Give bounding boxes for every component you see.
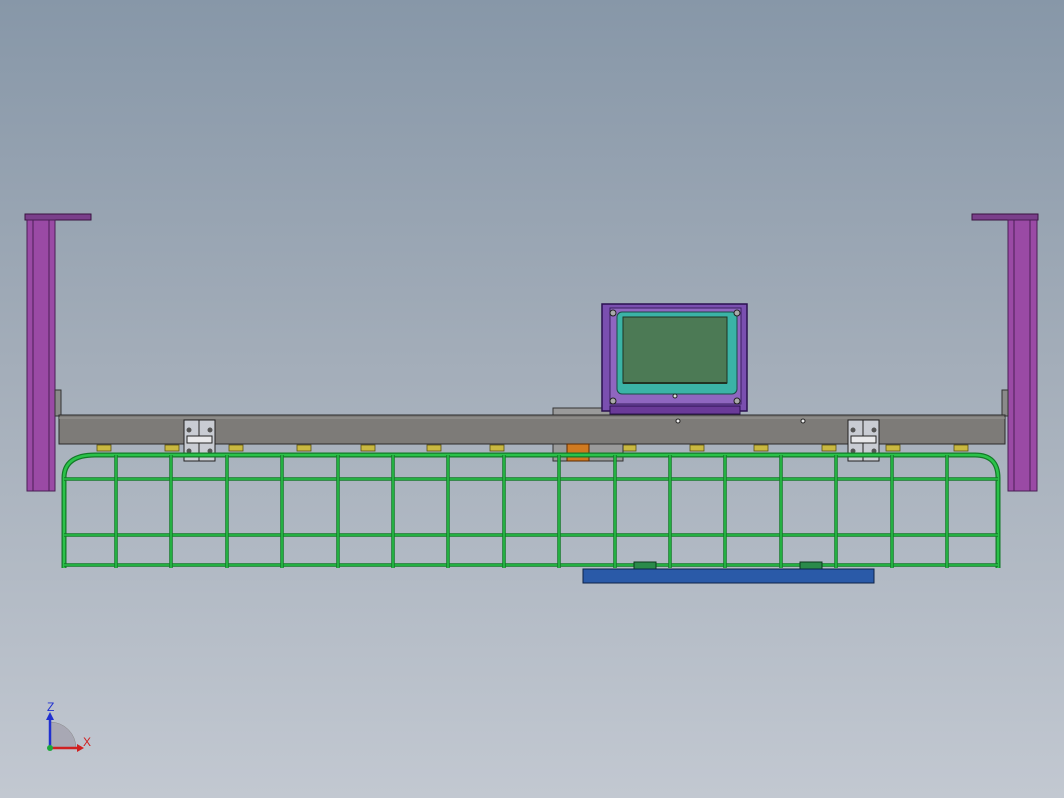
guard-bracket: [621, 444, 637, 452]
guard-brackets: [96, 444, 969, 452]
left-post[interactable]: [24, 213, 92, 492]
z-axis-label: Z: [47, 700, 54, 714]
guard-bracket: [885, 444, 901, 452]
guard-bracket: [821, 444, 837, 452]
guard-bracket: [689, 444, 705, 452]
guard-bracket: [164, 444, 180, 452]
right-post[interactable]: [971, 213, 1039, 492]
model-canvas[interactable]: Z X: [0, 0, 1064, 798]
guard-bracket: [953, 444, 969, 452]
guard-bracket: [296, 444, 312, 452]
guard-bracket: [489, 444, 505, 452]
x-axis-label: X: [83, 735, 91, 749]
control-enclosure[interactable]: [552, 303, 748, 417]
cad-viewport[interactable]: Z X: [0, 0, 1064, 798]
axis-triad: Z X: [46, 700, 91, 752]
wire-guard[interactable]: [61, 452, 1001, 568]
guard-bracket: [360, 444, 376, 452]
guard-bracket: [753, 444, 769, 452]
guard-bracket: [228, 444, 244, 452]
guard-bracket: [426, 444, 442, 452]
guard-bracket: [96, 444, 112, 452]
